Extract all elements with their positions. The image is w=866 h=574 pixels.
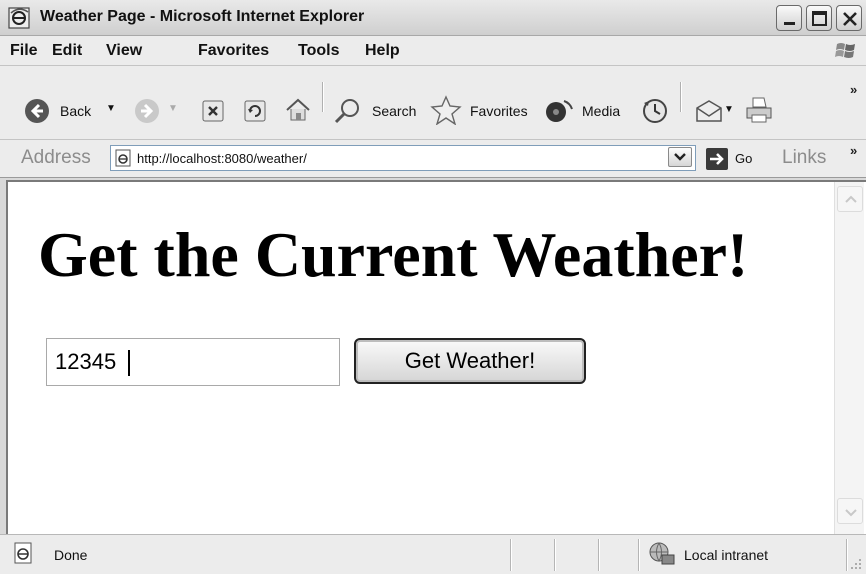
get-weather-button[interactable]: Get Weather!	[354, 338, 586, 384]
status-separator	[598, 539, 599, 571]
address-label: Address	[21, 147, 91, 168]
status-separator	[846, 539, 847, 571]
media-button-label[interactable]: Media	[582, 103, 620, 119]
vertical-scrollbar[interactable]	[834, 182, 864, 534]
stop-icon[interactable]	[202, 100, 224, 122]
toolbar-overflow-chevron[interactable]: »	[850, 82, 857, 97]
menu-bar: File Edit View Favorites Tools Help	[0, 36, 866, 66]
window-title: Weather Page - Microsoft Internet Explor…	[40, 8, 365, 25]
intranet-globe-icon	[649, 542, 675, 565]
page-heading: Get the Current Weather!	[38, 219, 749, 290]
internet-explorer-icon	[8, 7, 30, 29]
address-dropdown-button[interactable]	[668, 147, 692, 167]
maximize-icon	[812, 11, 827, 26]
scroll-up-button[interactable]	[837, 186, 863, 212]
go-arrow-icon	[710, 153, 724, 165]
search-icon[interactable]	[332, 96, 362, 126]
zip-code-input[interactable]	[46, 338, 340, 386]
status-separator	[554, 539, 555, 571]
go-label[interactable]: Go	[735, 151, 752, 166]
back-button-label[interactable]: Back	[60, 103, 91, 119]
forward-dropdown-icon[interactable]: ▼	[168, 103, 178, 114]
toolbar-separator	[680, 82, 681, 112]
back-dropdown-icon[interactable]: ▼	[106, 103, 116, 114]
media-icon[interactable]	[544, 97, 574, 125]
page-content: Get the Current Weather! Get Weather!	[6, 180, 866, 534]
maximize-button[interactable]	[806, 5, 832, 31]
links-label[interactable]: Links	[782, 147, 826, 169]
address-url[interactable]: http://localhost:8080/weather/	[137, 151, 307, 166]
back-arrow-icon[interactable]	[24, 98, 50, 124]
menu-help[interactable]: Help	[365, 42, 400, 60]
address-bar: Address http://localhost:8080/weather/ G…	[0, 140, 866, 178]
status-separator	[510, 539, 511, 571]
minimize-button[interactable]	[776, 5, 802, 31]
favorites-star-icon[interactable]	[430, 95, 462, 125]
chevron-up-icon	[845, 195, 857, 203]
refresh-icon[interactable]	[244, 100, 266, 122]
status-separator	[638, 539, 639, 571]
status-bar: Done Local intranet	[0, 534, 866, 574]
minimize-icon	[784, 22, 795, 25]
windows-logo-icon	[835, 43, 855, 58]
standard-toolbar: Back ▼ ▼ Search Favorites Media ▼ »	[0, 66, 866, 140]
security-zone-label: Local intranet	[684, 547, 769, 563]
history-icon[interactable]	[640, 97, 670, 125]
mail-dropdown-icon[interactable]: ▼	[724, 104, 734, 115]
address-field[interactable]: http://localhost:8080/weather/	[110, 145, 696, 171]
favorites-button-label[interactable]: Favorites	[470, 103, 528, 119]
print-icon[interactable]	[744, 95, 774, 125]
page-loaded-icon	[14, 542, 32, 564]
text-cursor	[128, 350, 130, 376]
menu-view[interactable]: View	[106, 42, 142, 60]
mail-icon[interactable]	[694, 98, 724, 124]
chevron-down-icon	[674, 153, 686, 161]
menu-edit[interactable]: Edit	[52, 42, 82, 60]
menu-file[interactable]: File	[10, 42, 38, 60]
page-icon	[115, 149, 131, 167]
links-overflow-chevron[interactable]: »	[850, 143, 857, 158]
title-bar[interactable]: Weather Page - Microsoft Internet Explor…	[0, 0, 866, 36]
scroll-down-button[interactable]	[837, 498, 863, 524]
close-button[interactable]	[836, 5, 862, 31]
close-icon	[843, 12, 857, 26]
toolbar-separator	[322, 82, 323, 112]
menu-tools[interactable]: Tools	[298, 42, 339, 60]
search-button-label[interactable]: Search	[372, 103, 416, 119]
go-button[interactable]	[706, 148, 728, 170]
menu-favorites[interactable]: Favorites	[198, 42, 269, 60]
chevron-down-icon	[845, 509, 857, 517]
status-text: Done	[54, 547, 88, 563]
forward-arrow-icon[interactable]	[134, 98, 160, 124]
resize-grip-icon[interactable]	[848, 556, 862, 570]
browser-window: Weather Page - Microsoft Internet Explor…	[0, 0, 866, 574]
home-icon[interactable]	[284, 96, 312, 124]
